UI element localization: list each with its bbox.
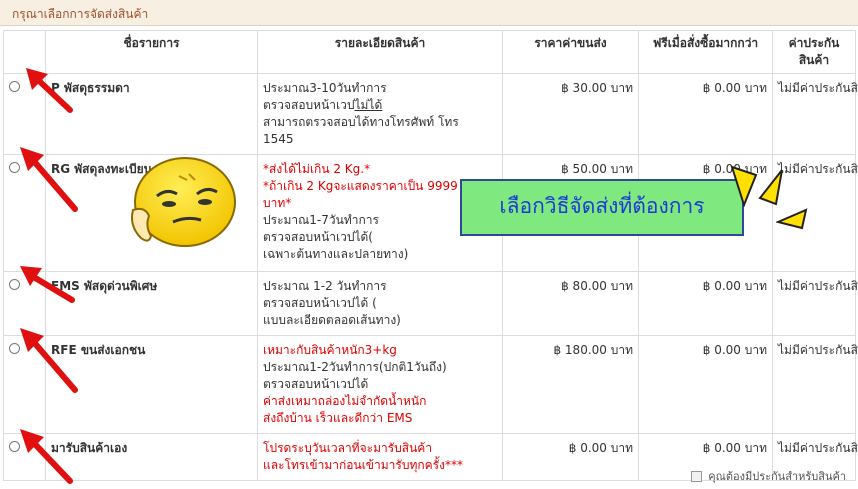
shipping-insurance: ไม่มีค่าประกันสินค้า — [772, 335, 858, 434]
shipping-radio-ems[interactable] — [9, 279, 20, 290]
insurance-option: คุณต้องมีประกันสำหรับสินค้า — [691, 467, 846, 485]
shipping-price: ฿ 0.00 บาท — [502, 433, 639, 481]
col-header-select — [3, 30, 46, 74]
spark-icon — [776, 208, 808, 230]
choose-shipping-banner: เลือกวิธีจัดส่งที่ต้องการ — [460, 179, 744, 236]
shipping-name: P พัสดุธรรมดา — [45, 73, 258, 155]
shipping-details: ประมาณ3-10วันทำการ ตรวจสอบหน้าเวปไม่ได้ … — [257, 73, 503, 155]
shipping-name: EMS พัสดุด่วนพิเศษ — [45, 271, 258, 336]
insurance-checkbox-label: คุณต้องมีประกันสำหรับสินค้า — [708, 470, 846, 483]
col-header-free: ฟรีเมื่อสั่งซื้อมากกว่า — [638, 30, 773, 74]
shipping-free-threshold: ฿ 0.00 บาท — [638, 335, 773, 434]
shipping-free-threshold: ฿ 0.00 บาท — [638, 73, 773, 155]
table-header-row: ชื่อรายการ รายละเอียดสินค้า ราคาค่าขนส่ง… — [3, 30, 856, 74]
shipping-name: มารับสินค้าเอง — [45, 433, 258, 481]
section-header: กรุณาเลือกการจัดส่งสินค้า — [0, 0, 858, 26]
table-row: P พัสดุธรรมดา ประมาณ3-10วันทำการ ตรวจสอบ… — [3, 73, 858, 155]
shipping-price: ฿ 80.00 บาท — [502, 271, 639, 336]
table-row: RFE ขนส่งเอกชน เหมาะกับสินค้าหนัก3+kg ปร… — [3, 335, 858, 434]
col-header-details: รายละเอียดสินค้า — [257, 30, 503, 74]
shipping-details: โปรดระบุวันเวลาที่จะมารับสินค้า และโทรเข… — [257, 433, 503, 481]
section-title: กรุณาเลือกการจัดส่งสินค้า — [12, 7, 149, 21]
spark-icon — [758, 169, 783, 206]
col-header-name: ชื่อรายการ — [45, 30, 258, 74]
shipping-radio-pickup[interactable] — [9, 441, 20, 452]
col-header-price: ราคาค่าขนส่ง — [502, 30, 639, 74]
table-row: EMS พัสดุด่วนพิเศษ ประมาณ 1-2 วันทำการ ต… — [3, 271, 858, 336]
shipping-radio-rg[interactable] — [9, 162, 20, 173]
thinking-face-icon — [131, 157, 236, 247]
shipping-details: เหมาะกับสินค้าหนัก3+kg ประมาณ1-2วันทำการ… — [257, 335, 503, 434]
shipping-name: RFE ขนส่งเอกชน — [45, 335, 258, 434]
shipping-insurance: ไม่มีค่าประกันสินค้า — [772, 271, 858, 336]
shipping-radio-rfe[interactable] — [9, 343, 20, 354]
shipping-details: ประมาณ 1-2 วันทำการ ตรวจสอบหน้าเวปได้ ( … — [257, 271, 503, 336]
shipping-radio-p[interactable] — [9, 81, 20, 92]
insurance-checkbox[interactable] — [691, 471, 703, 482]
shipping-price: ฿ 180.00 บาท — [502, 335, 639, 434]
col-header-insurance: ค่าประกันสินค้า — [772, 30, 856, 74]
shipping-free-threshold: ฿ 0.00 บาท — [638, 271, 773, 336]
shipping-price: ฿ 30.00 บาท — [502, 73, 639, 155]
shipping-insurance: ไม่มีค่าประกันสินค้า — [772, 73, 858, 155]
